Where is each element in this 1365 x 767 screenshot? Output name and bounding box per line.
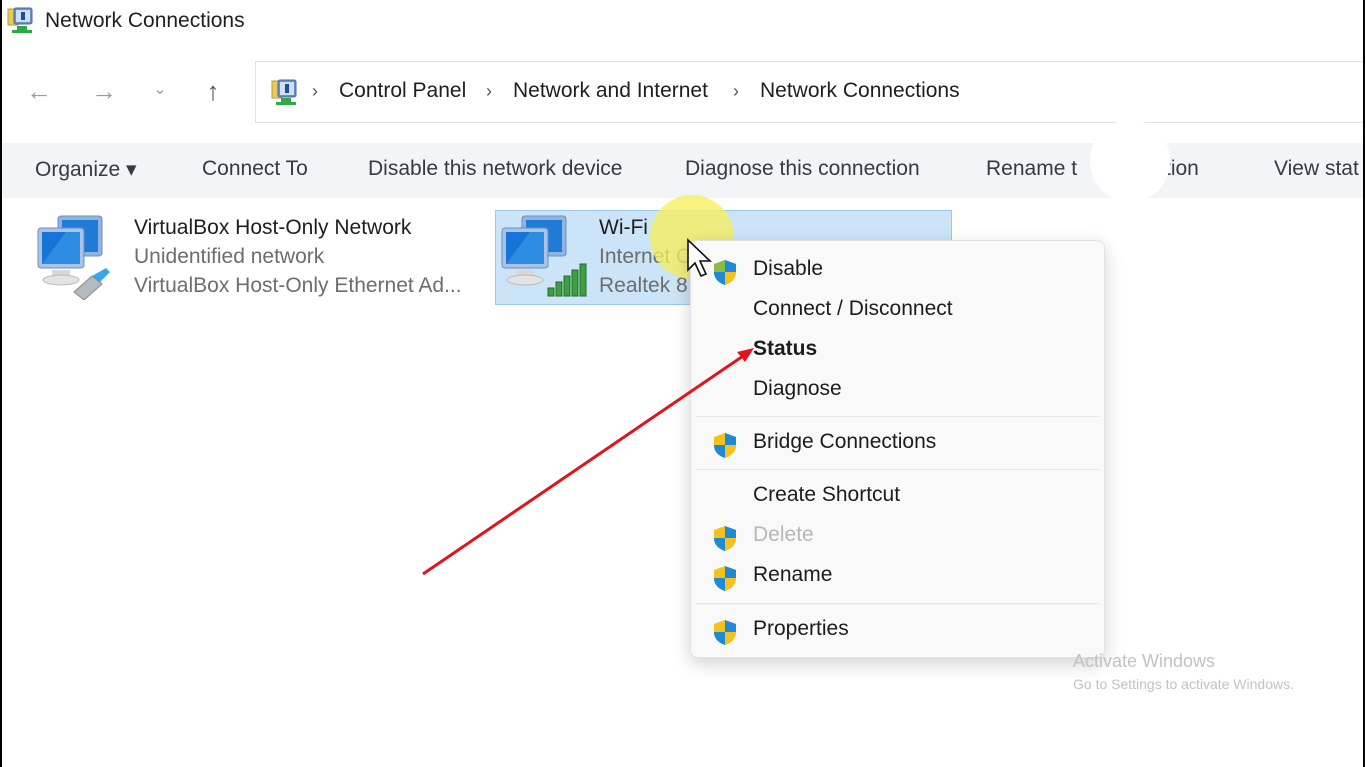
menu-item-status[interactable]: Status [691,330,1104,368]
menu-item-label: Disable [753,257,824,280]
menu-item-disable[interactable]: Disable [691,250,1104,288]
connection-adapter: VirtualBox Host-Only Ethernet Ad... [134,274,462,297]
menu-item-label: Status [753,337,818,360]
chevron-down-icon: ⌄ [153,81,167,98]
breadcrumb-separator: › [312,81,318,101]
organize-button[interactable]: Organize ▾ [35,157,137,182]
menu-item-create-shortcut[interactable]: Create Shortcut [691,476,1104,514]
network-connections-window: Network Connections ← → ⌄ ↑ › Control Pa… [2,0,1363,767]
uac-shield-icon [714,526,736,551]
menu-item-diagnose[interactable]: Diagnose [691,370,1104,408]
disable-network-device-button[interactable]: Disable this network device [368,157,622,181]
forward-button[interactable]: → [89,76,119,106]
arrow-right-icon: → [91,75,117,106]
connection-adapter: Realtek 8 [599,274,688,297]
rename-connection-button[interactable]: Rename t [986,157,1077,181]
breadcrumb-network-connections[interactable]: Network Connections [760,79,960,103]
obscured-region [1090,120,1170,202]
menu-item-label: Bridge Connections [753,430,937,453]
menu-item-label: Delete [753,523,814,546]
menu-item-connect-disconnect[interactable]: Connect / Disconnect [691,290,1104,328]
activate-windows-subtitle: Go to Settings to activate Windows. [1073,676,1294,692]
menu-item-label: Create Shortcut [753,483,901,506]
menu-separator [696,469,1099,470]
uac-shield-icon [714,260,736,285]
view-status-button[interactable]: View stat [1274,157,1359,181]
up-button[interactable]: ↑ [198,76,228,106]
arrow-left-icon: ← [26,75,52,106]
uac-shield-icon [714,433,736,458]
menu-item-delete: Delete [691,516,1104,554]
menu-item-bridge-connections[interactable]: Bridge Connections [691,423,1104,461]
address-bar[interactable]: › Control Panel › Network and Internet ›… [255,61,1363,123]
wifi-adapter-icon [501,215,587,297]
menu-item-rename[interactable]: Rename [691,556,1104,594]
uac-shield-icon [714,566,736,591]
title-bar: Network Connections [2,0,1363,44]
window-title: Network Connections [45,9,245,32]
menu-item-properties[interactable]: Properties [691,610,1104,648]
control-panel-icon [271,79,297,105]
activate-windows-title: Activate Windows [1073,651,1216,671]
back-button[interactable]: ← [24,76,54,106]
breadcrumb-separator: › [486,81,492,101]
connection-name: Wi-Fi [599,216,648,239]
menu-item-label: Rename [753,563,833,586]
connection-name: VirtualBox Host-Only Network [134,216,412,239]
network-connections-icon [7,7,33,33]
uac-shield-icon [714,620,736,645]
menu-separator [696,603,1099,604]
menu-item-label: Properties [753,617,849,640]
menu-separator [696,416,1099,417]
recent-locations-button[interactable]: ⌄ [145,74,175,104]
ethernet-adapter-icon [37,215,110,300]
connect-to-button[interactable]: Connect To [202,157,308,181]
context-menu: Disable Connect / Disconnect Status Diag… [690,240,1105,658]
connection-status: Unidentified network [134,245,325,268]
rename-connection-button-tail[interactable]: tion [1165,157,1199,181]
breadcrumb-separator: › [733,81,739,101]
arrow-up-icon: ↑ [206,75,220,106]
connection-item-virtualbox[interactable]: VirtualBox Host-Only Network Unidentifie… [32,210,482,305]
breadcrumb-network-and-internet[interactable]: Network and Internet [513,79,708,103]
breadcrumb-control-panel[interactable]: Control Panel [339,79,466,103]
diagnose-connection-button[interactable]: Diagnose this connection [685,157,920,181]
menu-item-label: Connect / Disconnect [753,297,953,320]
menu-item-label: Diagnose [753,377,842,400]
